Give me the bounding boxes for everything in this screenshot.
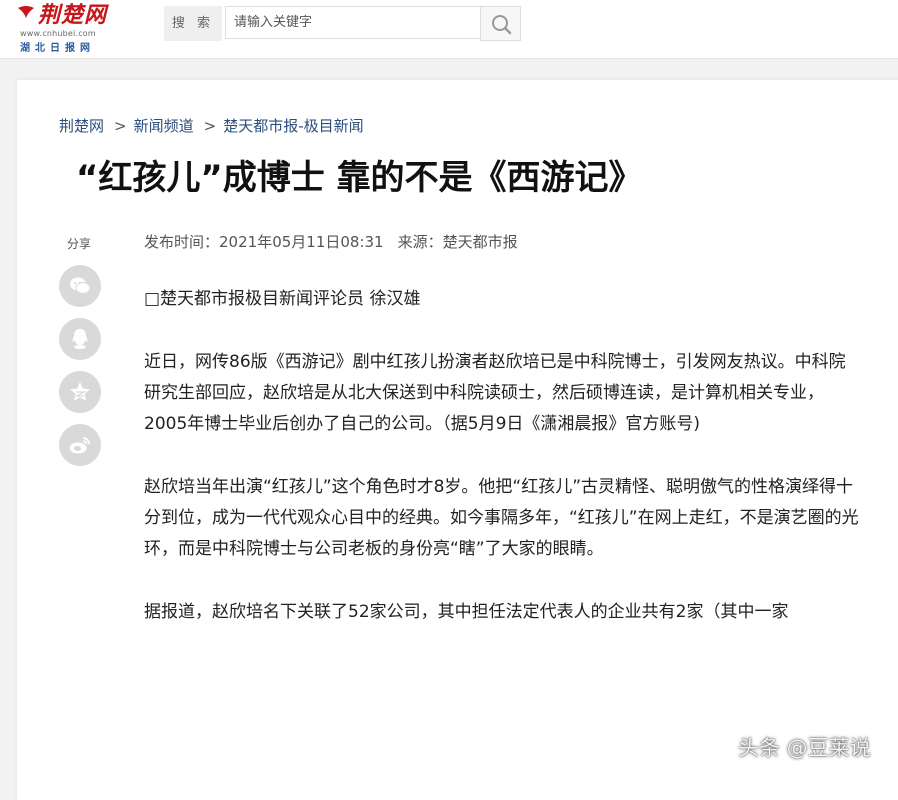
breadcrumb-item-home[interactable]: 荆楚网 (59, 117, 104, 135)
qq-icon (72, 329, 88, 349)
article-paragraph: 近日，网传86版《西游记》剧中红孩儿扮演者赵欣培已是中科院博士，引发网友热议。中… (144, 352, 846, 434)
source-label: 来源： (397, 233, 443, 251)
breadcrumb-separator: > (203, 117, 217, 135)
breadcrumb-item-source[interactable]: 楚天都市报-极目新闻 (223, 117, 363, 135)
search-button[interactable] (480, 6, 521, 41)
wechat-icon (70, 277, 91, 294)
breadcrumb-separator: > (114, 117, 127, 135)
breadcrumb: 荆楚网 > 新闻频道 > 楚天都市报-极目新闻 (59, 115, 364, 136)
article-paragraph: 据报道，赵欣培名下关联了52家公司，其中担任法定代表人的企业共有2家（其中一家 (144, 602, 789, 622)
search-input[interactable] (225, 6, 480, 39)
share-qq-button[interactable] (59, 318, 101, 360)
qzone-star-icon (70, 382, 90, 401)
publish-time: 2021年05月11日08:31 (219, 233, 384, 251)
top-header: 荆楚网 www.cnhubei.com 湖北日报网 搜 索 (0, 0, 898, 59)
logo-url: www.cnhubei.com (20, 29, 96, 38)
article-paragraph: 赵欣培当年出演“红孩儿”这个角色时才8岁。他把“红孩儿”古灵精怪、聪明傲气的性格… (144, 477, 859, 559)
logo-mark-icon (18, 6, 34, 18)
share-weibo-button[interactable] (59, 424, 101, 466)
search-icon (492, 15, 512, 35)
weibo-icon (69, 437, 90, 454)
search-label: 搜 索 (164, 6, 222, 41)
source-name: 楚天都市报 (442, 233, 518, 251)
share-label: 分享 (67, 237, 92, 251)
site-logo[interactable]: 荆楚网 www.cnhubei.com 湖北日报网 (16, 2, 124, 54)
article-title: “红孩儿”成博士 靠的不是《西游记》 (76, 158, 643, 198)
watermark: 头条 @豆莱说 (738, 736, 871, 760)
article-meta: 发布时间：2021年05月11日08:31 来源：楚天都市报 (144, 231, 518, 252)
article-body: □楚天都市报极目新闻评论员 徐汉雄 近日，网传86版《西游记》剧中红孩儿扮演者赵… (144, 284, 862, 660)
logo-title: 荆楚网 (38, 2, 108, 28)
share-wechat-button[interactable] (59, 265, 101, 307)
article-byline: □楚天都市报极目新闻评论员 徐汉雄 (144, 289, 421, 309)
share-qzone-button[interactable] (59, 371, 101, 413)
publish-time-label: 发布时间： (144, 233, 220, 251)
logo-subtitle: 湖北日报网 (20, 43, 95, 54)
breadcrumb-item-news[interactable]: 新闻频道 (134, 117, 194, 135)
